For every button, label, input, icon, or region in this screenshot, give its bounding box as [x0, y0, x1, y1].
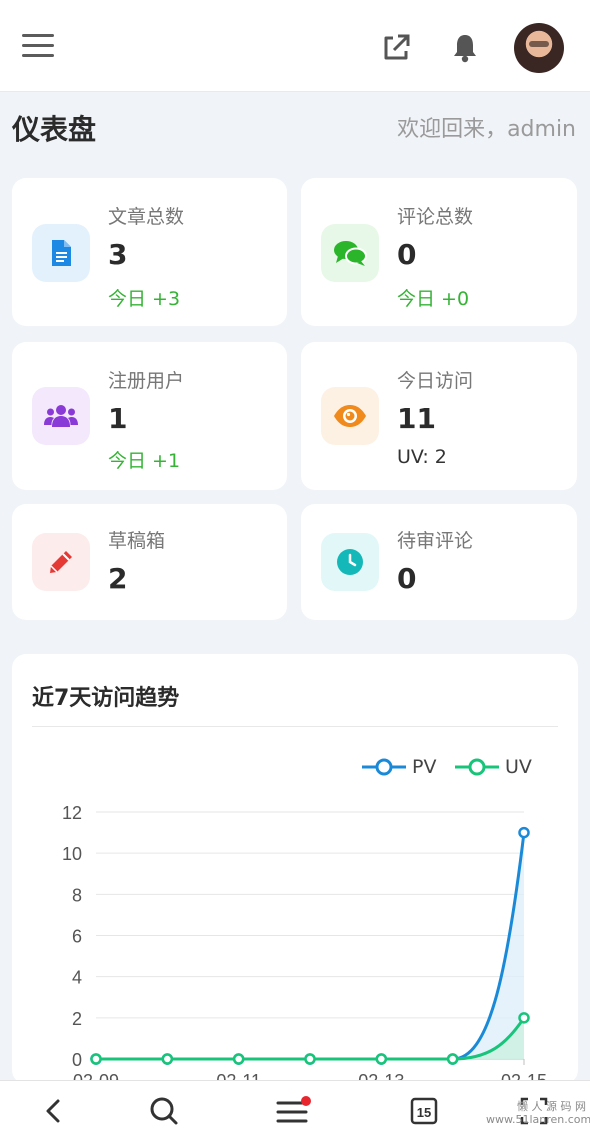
calendar-icon[interactable]: 15 [404, 1091, 444, 1131]
stat-icon-wrap [32, 387, 90, 445]
menu-icon[interactable] [274, 1091, 314, 1131]
y-tick-label: 12 [62, 803, 82, 823]
y-tick-label: 8 [72, 885, 82, 905]
legend-item-uv[interactable]: UV [455, 754, 532, 780]
stat-value: 3 [108, 238, 128, 271]
document-icon [52, 240, 71, 266]
stat-icon-wrap [321, 224, 379, 282]
data-point-uv [375, 1053, 388, 1065]
stat-value: 11 [397, 402, 436, 435]
stat-card-articles[interactable]: 文章总数 3 今日 +3 [12, 178, 287, 326]
stat-label: 注册用户 [108, 370, 185, 392]
data-point-pv [518, 826, 530, 839]
series-area-uv [96, 1017, 524, 1059]
page-title: 仪表盘 [12, 113, 97, 146]
watermark: 懒 人 源 码 网 www.51lanren.com [486, 1100, 590, 1126]
search-icon[interactable] [144, 1091, 184, 1131]
y-tick-label: 6 [72, 927, 82, 947]
avatar[interactable] [514, 23, 564, 73]
legend-label: PV [412, 756, 437, 778]
legend-pv-marker-icon [362, 758, 406, 776]
stat-sub: 今日 +3 [108, 288, 181, 310]
data-point-uv [518, 1012, 530, 1024]
series-area-pv [96, 832, 524, 1059]
hamburger-icon[interactable] [22, 34, 54, 62]
data-point-uv [446, 1053, 459, 1065]
stat-label: 评论总数 [397, 206, 474, 228]
y-tick-label: 2 [72, 1009, 82, 1029]
stat-icon-wrap [32, 533, 90, 591]
stat-sub: 今日 +0 [397, 288, 470, 310]
stat-value: 0 [397, 238, 417, 271]
stat-card-comments[interactable]: 评论总数 0 今日 +0 [301, 178, 577, 326]
users-icon [44, 405, 78, 427]
stat-card-pending[interactable]: 待审评论 0 [301, 504, 577, 620]
stat-label: 待审评论 [397, 530, 474, 552]
stat-label: 草稿箱 [108, 530, 166, 552]
clock-icon [337, 549, 363, 575]
legend-label: UV [505, 756, 532, 778]
data-point-uv [161, 1053, 174, 1065]
stat-card-drafts[interactable]: 草稿箱 2 [12, 504, 287, 620]
notification-dot [301, 1096, 311, 1106]
external-link-icon[interactable] [380, 32, 412, 64]
y-tick-label: 0 [72, 1050, 82, 1070]
stat-icon-wrap [321, 387, 379, 445]
stat-card-users[interactable]: 注册用户 1 今日 +1 [12, 342, 287, 490]
welcome-text: 欢迎回来，admin [397, 117, 576, 142]
eye-icon [334, 405, 366, 427]
data-point-uv [304, 1053, 316, 1065]
stat-value: 2 [108, 562, 128, 595]
stat-sub: UV: 2 [397, 446, 447, 468]
data-point-uv [90, 1053, 102, 1065]
stat-value: 1 [108, 402, 128, 435]
series-line-pv [96, 832, 526, 1061]
stat-value: 0 [397, 562, 417, 595]
watermark-line1: 懒 人 源 码 网 [517, 1100, 586, 1113]
stat-sub: 今日 +1 [108, 450, 181, 472]
bell-icon[interactable] [450, 32, 480, 64]
stat-label: 今日访问 [397, 370, 474, 392]
legend-item-pv[interactable]: PV [362, 754, 436, 780]
watermark-line2: www.51lanren.com [486, 1113, 590, 1126]
top-bar [0, 0, 590, 92]
stat-icon-wrap [32, 224, 90, 282]
data-point-uv [232, 1053, 245, 1065]
back-icon[interactable] [34, 1091, 74, 1131]
pencil-icon [50, 551, 72, 573]
series-line-uv [96, 1017, 526, 1061]
y-tick-label: 4 [72, 968, 82, 988]
comments-icon [334, 241, 367, 266]
calendar-day: 15 [417, 1105, 431, 1120]
chart-card: 近7天访问趋势 0 2 4 6 8 10 12 02-09 02-11 02-13 02-15 PV… [12, 654, 578, 1084]
legend-uv-marker-icon [455, 758, 499, 776]
y-tick-label: 10 [62, 844, 82, 864]
visit-trend-chart: 02468101202-09 02-11 02-13 02-15 [62, 803, 547, 1084]
stat-card-visits[interactable]: 今日访问 11 UV: 2 [301, 342, 577, 490]
stat-icon-wrap [321, 533, 379, 591]
stat-label: 文章总数 [108, 206, 185, 228]
